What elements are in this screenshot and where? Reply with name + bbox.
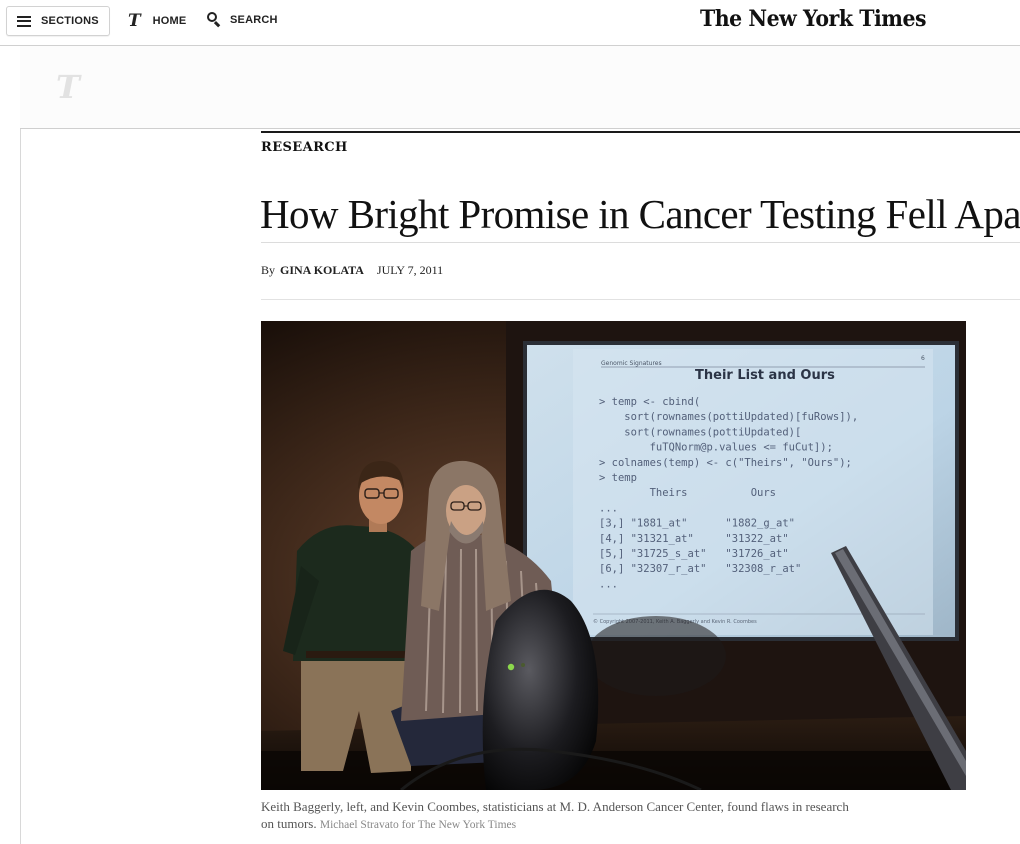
search-icon bbox=[207, 12, 222, 28]
article-headline: How Bright Promise in Cancer Testing Fel… bbox=[260, 191, 1020, 237]
hamburger-menu-icon bbox=[17, 15, 31, 27]
lead-photo: Genomic Signatures 6 Their List and Ours… bbox=[261, 321, 966, 790]
sections-button[interactable]: SECTIONS bbox=[6, 6, 110, 36]
slide-code-line: ... bbox=[599, 578, 618, 590]
slide-code-line: [5,] "31725_s_at" "31726_at" bbox=[599, 548, 789, 560]
photo-caption: Keith Baggerly, left, and Kevin Coombes,… bbox=[261, 798, 861, 834]
section-kicker[interactable]: RESEARCH bbox=[261, 140, 348, 155]
masthead-logo[interactable]: The New York Times bbox=[700, 6, 927, 32]
headline-divider bbox=[261, 242, 1020, 243]
slide-code-line: > colnames(temp) <- c("Theirs", "Ours"); bbox=[599, 457, 852, 469]
lead-photo-scene: Genomic Signatures 6 Their List and Ours… bbox=[261, 321, 966, 790]
foreground-speaker-device bbox=[482, 589, 599, 790]
slide-code-line: > temp bbox=[599, 472, 637, 484]
search-button[interactable]: SEARCH bbox=[207, 12, 278, 28]
photo-credit: Michael Stravato for The New York Times bbox=[319, 819, 517, 831]
slide-code-line: sort(rownames(pottiUpdated)[fuRows]), bbox=[599, 411, 858, 423]
faded-t-logo-icon: T bbox=[56, 68, 80, 106]
section-top-rule bbox=[261, 131, 1020, 133]
publish-date: JULY 7, 2011 bbox=[376, 263, 444, 277]
slide-code-line: Theirs Ours bbox=[599, 487, 776, 499]
slide-code-line: [4,] "31321_at" "31322_at" bbox=[599, 533, 789, 545]
home-label: HOME bbox=[152, 15, 187, 27]
slide-code-line: sort(rownames(pottiUpdated)[ bbox=[599, 426, 801, 438]
byline: By GINA KOLATA JULY 7, 2011 bbox=[261, 263, 443, 278]
slide-title: Their List and Ours bbox=[695, 368, 835, 383]
slide-code-line: ... bbox=[599, 502, 618, 514]
sections-label: SECTIONS bbox=[41, 15, 99, 27]
author-link[interactable]: GINA KOLATA bbox=[280, 263, 364, 277]
slide-code-line: fuTQNorm@p.values <= fuCut]); bbox=[599, 442, 833, 454]
slide-code-line: > temp <- cbind( bbox=[599, 396, 700, 408]
search-label: SEARCH bbox=[230, 13, 278, 26]
slide-header-left: Genomic Signatures bbox=[601, 360, 662, 367]
byline-prefix: By bbox=[261, 263, 276, 277]
byline-divider bbox=[261, 299, 1020, 300]
home-link[interactable]: T HOME bbox=[128, 12, 186, 30]
slide-code-line: [3,] "1881_at" "1882_g_at" bbox=[599, 518, 795, 530]
top-navigation-bar: SECTIONS T HOME SEARCH The New York Time… bbox=[0, 0, 1020, 46]
nyt-t-logo-icon: T bbox=[128, 11, 141, 31]
slide-code-line: [6,] "32307_r_at" "32308_r_at" bbox=[599, 563, 801, 575]
slide-header-right: 6 bbox=[921, 355, 925, 362]
ad-placeholder-band: T bbox=[20, 46, 1020, 129]
